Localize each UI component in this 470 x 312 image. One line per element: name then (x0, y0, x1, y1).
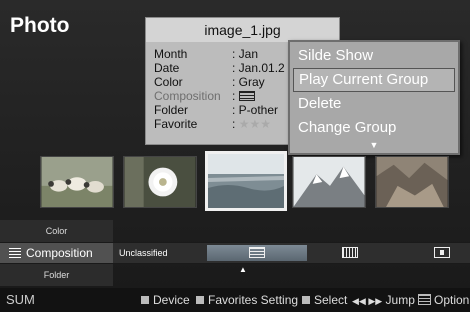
hint-device[interactable]: Device (141, 288, 190, 312)
composition-lines-icon (238, 91, 255, 101)
list-icon (9, 248, 21, 258)
info-label: Composition (154, 89, 221, 103)
app-title: Photo (10, 14, 70, 37)
hint-favorites-label: Favorites Setting (208, 293, 299, 307)
info-label: Month (154, 47, 188, 61)
segment-unclassified[interactable]: Unclassified (117, 243, 203, 263)
hint-jump-label: Jump (385, 293, 415, 307)
hint-option[interactable]: Option (418, 288, 469, 312)
single-object-icon[interactable] (434, 247, 450, 258)
info-value: : (232, 89, 255, 103)
info-value: : Jan.01.2 (232, 61, 285, 75)
info-value: : Gray (232, 75, 265, 89)
photo-thumbnail-flower[interactable] (123, 156, 197, 208)
photo-thumbnail-rocks[interactable] (375, 156, 449, 208)
menu-item-play-current-group[interactable]: Play Current Group (293, 68, 455, 92)
horizontal-lines-icon (249, 247, 265, 258)
mountain-image (293, 157, 365, 207)
info-label: Favorite (154, 117, 198, 131)
hint-select-label: Select (314, 293, 348, 307)
red-button-icon (141, 296, 149, 304)
scroll-down-arrow-icon[interactable]: ▼ (293, 140, 455, 150)
hint-device-label: Device (153, 293, 190, 307)
tools-icon (418, 294, 431, 305)
hint-jump[interactable]: ◀◀ ▶▶ Jump (352, 288, 415, 312)
info-label: Folder (154, 103, 189, 117)
info-value-text: : (232, 117, 236, 131)
hint-option-label: Option (434, 293, 470, 307)
info-value-text: : (232, 89, 236, 103)
category-composition-label: Composition (26, 246, 93, 260)
summary-label: SUM (6, 292, 35, 307)
rocks-image (376, 157, 448, 207)
favorite-stars-icon: ★★★ (238, 117, 271, 131)
tools-menu: Silde Show Play Current Group Delete Cha… (288, 40, 460, 155)
help-bar: SUM Device Favorites Setting Select ◀◀ ▶… (0, 288, 470, 312)
flower-image (124, 157, 196, 207)
info-value: : Jan (232, 47, 259, 61)
menu-item-delete[interactable]: Delete (293, 92, 455, 116)
file-name: image_1.jpg (146, 18, 339, 42)
vertical-lines-icon[interactable] (342, 247, 358, 258)
green-button-icon (196, 296, 204, 304)
hint-favorites[interactable]: Favorites Setting (196, 288, 298, 312)
position-pointer-icon: ▲ (239, 265, 247, 274)
category-folder[interactable]: Folder (0, 264, 113, 286)
category-composition[interactable]: Composition (0, 243, 113, 263)
info-label: Date (154, 61, 180, 75)
info-value: : ★★★ (232, 117, 271, 131)
rewind-forward-icon: ◀◀ ▶▶ (352, 296, 383, 306)
photo-thumbnail-mountain[interactable] (292, 156, 366, 208)
menu-item-slide-show[interactable]: Silde Show (293, 44, 455, 68)
sea-image (208, 154, 284, 208)
info-label: Color (154, 75, 183, 89)
photo-thumbnail-sheep[interactable] (40, 156, 114, 208)
hint-select[interactable]: Select (302, 288, 347, 312)
photo-thumbnail-sea-selected[interactable] (205, 151, 287, 211)
enter-button-icon (302, 296, 310, 304)
category-color[interactable]: Color (0, 220, 113, 242)
info-value: : P-other (232, 103, 279, 117)
menu-item-change-group[interactable]: Change Group (293, 116, 455, 140)
sheep-image (41, 157, 113, 207)
photo-browser-screen: Photo image_1.jpg Month : Jan Date : Jan… (0, 0, 470, 312)
